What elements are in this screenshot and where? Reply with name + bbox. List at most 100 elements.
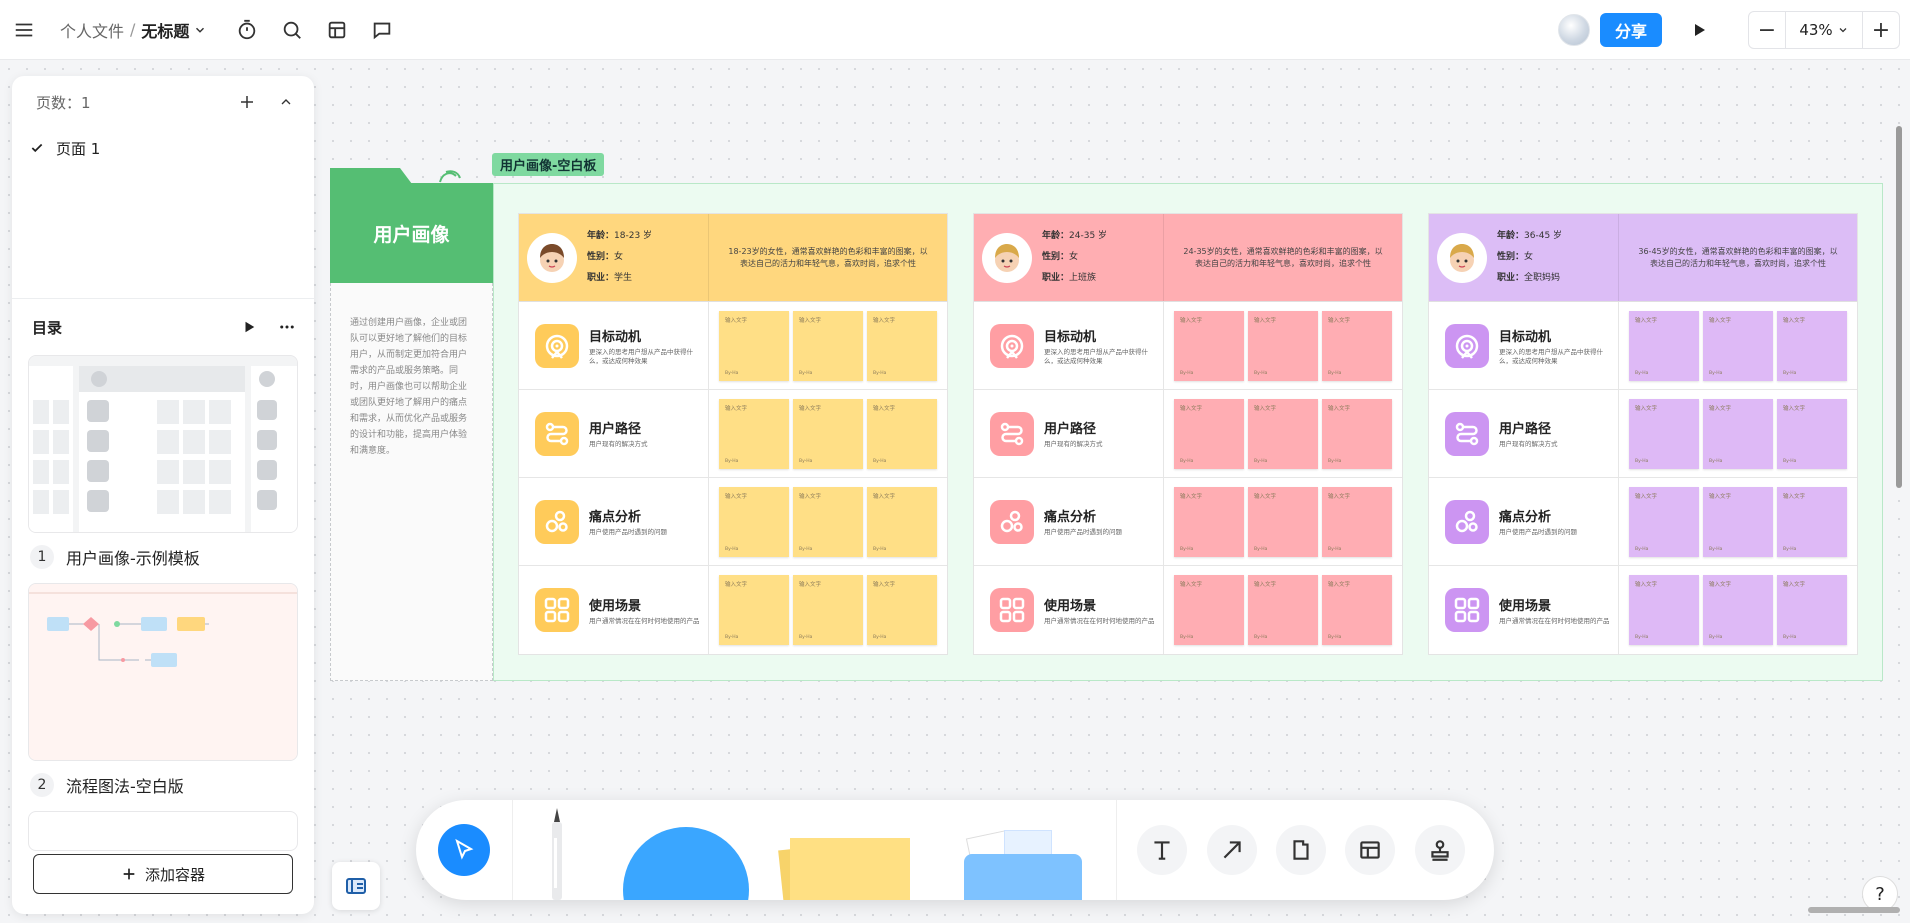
menu-icon[interactable] xyxy=(6,12,42,48)
persona-description[interactable]: 36-45岁的女性，通常喜欢鲜艳的色彩和丰富的图案，以表达自己的活力和年轻气息，… xyxy=(1619,214,1857,301)
timer-icon[interactable] xyxy=(229,12,265,48)
present-play-icon[interactable] xyxy=(1682,13,1716,47)
template-thumbnail-3[interactable] xyxy=(28,811,298,851)
add-container-button[interactable]: 添加容器 xyxy=(33,854,293,894)
sticky-note[interactable]: 输入文字 By-Ha xyxy=(1703,575,1773,645)
sticky-note[interactable]: 输入文字 By-Ha xyxy=(1629,486,1699,557)
sticky-note-footer: By-Ha xyxy=(1635,635,1649,640)
persona-card[interactable]: 年龄：24-35 岁性别：女 职业：上班族 24-35岁的女性，通常喜欢鲜艳的色彩和… xyxy=(973,213,1403,655)
text-tool-icon[interactable] xyxy=(1137,825,1187,875)
persona-card[interactable]: 年龄：36-45 岁性别：女 职业：全职妈妈 36-45岁的女性，通常喜欢鲜艳的色彩… xyxy=(1428,213,1858,655)
sticky-note[interactable]: 输入文字 By-Ha xyxy=(1629,398,1699,469)
target-icon xyxy=(1445,323,1489,368)
play-icon[interactable] xyxy=(242,320,256,334)
sticky-note[interactable]: 输入文字 By-Ha xyxy=(1703,310,1773,381)
persona-description[interactable]: 18-23岁的女性，通常喜欢鲜艳的色彩和丰富的图案，以表达自己的活力和年轻气息，… xyxy=(709,214,947,301)
sticky-note[interactable]: 输入文字 By-Ha xyxy=(1703,486,1773,557)
more-icon[interactable] xyxy=(278,318,296,336)
persona-row: 使用场景 用户通常情况在在何时何地使用的产品 输入文字 By-Ha 输入文字 By-Ha 输… xyxy=(974,566,1402,654)
persona-description[interactable]: 24-35岁的女性，通常喜欢鲜艳的色彩和丰富的图案，以表达自己的活力和年轻气息，… xyxy=(1164,214,1402,301)
zoom-out-button[interactable]: − xyxy=(1749,12,1785,48)
sticky-note-footer: By-Ha xyxy=(1180,546,1194,552)
share-button[interactable]: 分享 xyxy=(1600,13,1662,47)
sticky-note[interactable]: 输入文字 By-Ha xyxy=(719,486,789,557)
sticky-note[interactable]: 输入文字 By-Ha xyxy=(1174,575,1244,645)
toolbar-separator xyxy=(1116,800,1117,900)
sticky-note[interactable]: 输入文字 By-Ha xyxy=(1777,398,1847,469)
select-tool-icon[interactable] xyxy=(438,824,490,876)
add-page-icon[interactable] xyxy=(238,93,256,111)
sticky-note[interactable]: 输入文字 By-Ha xyxy=(867,575,937,645)
panel-toggle-icon[interactable] xyxy=(332,862,380,910)
sticky-note[interactable]: 输入文字 By-Ha xyxy=(1777,310,1847,381)
grid-icon xyxy=(1445,588,1489,632)
sticky-note[interactable]: 输入文字 By-Ha xyxy=(1629,575,1699,645)
shape-tool-icon[interactable] xyxy=(623,827,749,900)
sticky-note[interactable]: 输入文字 By-Ha xyxy=(719,398,789,469)
arrow-tool-icon[interactable] xyxy=(1207,825,1257,875)
sticky-note-tool-icon[interactable] xyxy=(778,830,910,900)
sticky-note[interactable]: 输入文字 By-Ha xyxy=(1629,310,1699,381)
sticky-note[interactable]: 输入文字 By-Ha xyxy=(1248,398,1318,469)
sticky-note[interactable]: 输入文字 By-Ha xyxy=(1322,398,1392,469)
sticky-note[interactable]: 输入文字 By-Ha xyxy=(867,310,937,381)
crumb-folder[interactable]: 个人文件 xyxy=(60,18,124,42)
sticky-note[interactable]: 输入文字 By-Ha xyxy=(719,575,789,645)
sticky-note[interactable]: 输入文字 By-Ha xyxy=(1248,575,1318,645)
persona-card[interactable]: 年龄：18-23 岁性别：女 职业：学生 18-23岁的女性，通常喜欢鲜艳的色彩和丰… xyxy=(518,213,948,655)
zoom-in-button[interactable]: + xyxy=(1863,12,1899,48)
template-label: 用户画像-示例模板 xyxy=(66,549,200,568)
sticky-note[interactable]: 输入文字 By-Ha xyxy=(1174,486,1244,557)
template-number: 2 xyxy=(30,773,54,797)
sticky-note[interactable]: 输入文字 By-Ha xyxy=(1322,575,1392,645)
comment-icon[interactable] xyxy=(364,12,400,48)
sticky-note[interactable]: 输入文字 By-Ha xyxy=(1322,310,1392,381)
template-thumbnail-persona[interactable] xyxy=(28,355,298,533)
zoom-value: 43% xyxy=(1799,21,1833,39)
template-item-2[interactable]: 2 流程图法-空白版 xyxy=(12,761,314,811)
template-icon[interactable] xyxy=(319,12,355,48)
sticky-note[interactable]: 输入文字 By-Ha xyxy=(793,575,863,645)
frame-label[interactable]: 用户画像-空白板 xyxy=(492,153,605,176)
sticky-notes: 输入文字 By-Ha 输入文字 By-Ha 输入文字 By-Ha xyxy=(1619,566,1857,654)
sticky-note-text: 输入文字 xyxy=(799,493,822,500)
sticky-note-text: 输入文字 xyxy=(1180,582,1203,588)
sticky-note[interactable]: 输入文字 By-Ha xyxy=(867,486,937,557)
table-tool-icon[interactable] xyxy=(1345,825,1395,875)
collapse-icon[interactable] xyxy=(278,94,294,110)
sticky-note[interactable]: 输入文字 By-Ha xyxy=(1248,310,1318,381)
vertical-scrollbar[interactable] xyxy=(1896,126,1902,488)
sticky-note[interactable]: 输入文字 By-Ha xyxy=(867,398,937,469)
search-icon[interactable] xyxy=(274,12,310,48)
sticky-note-text: 输入文字 xyxy=(1328,317,1351,324)
persona-row: 痛点分析 用户使用产品时遇到的问题 输入文字 By-Ha 输入文字 By-Ha 输入文字 By… xyxy=(974,478,1402,566)
sticky-note[interactable]: 输入文字 By-Ha xyxy=(1174,398,1244,469)
frame-tool-icon[interactable] xyxy=(1276,825,1326,875)
stamp-tool-icon[interactable] xyxy=(1415,825,1465,875)
row-subtitle: 用户通常情况在在何时何地使用的产品 xyxy=(1499,616,1610,625)
avatar[interactable] xyxy=(1558,14,1590,46)
sticky-note[interactable]: 输入文字 By-Ha xyxy=(1248,486,1318,557)
sticky-note[interactable]: 输入文字 By-Ha xyxy=(1174,310,1244,381)
horizontal-scrollbar[interactable] xyxy=(1808,907,1900,913)
page-item[interactable]: 页面 1 xyxy=(12,128,314,168)
row-label: 痛点分析 用户使用产品时遇到的问题 xyxy=(974,478,1164,565)
sticky-note[interactable]: 输入文字 By-Ha xyxy=(793,486,863,557)
media-tool-icon[interactable] xyxy=(964,826,1082,900)
sticky-note[interactable]: 输入文字 By-Ha xyxy=(1777,575,1847,645)
sticky-note[interactable]: 输入文字 By-Ha xyxy=(1322,486,1392,557)
zoom-level[interactable]: 43% xyxy=(1785,12,1863,48)
chevron-down-icon[interactable] xyxy=(193,23,207,37)
sticky-note[interactable]: 输入文字 By-Ha xyxy=(1703,398,1773,469)
sticky-note-footer: By-Ha xyxy=(1635,546,1649,552)
template-thumbnail-flowchart[interactable] xyxy=(28,583,298,761)
sticky-note[interactable]: 输入文字 By-Ha xyxy=(719,310,789,381)
sticky-note[interactable]: 输入文字 By-Ha xyxy=(793,398,863,469)
template-item-1[interactable]: 1 用户画像-示例模板 xyxy=(12,533,314,583)
document-title[interactable]: 无标题 xyxy=(141,18,189,42)
pen-tool-icon[interactable] xyxy=(544,808,570,900)
sticky-note-text: 输入文字 xyxy=(1709,582,1732,588)
sticky-note[interactable]: 输入文字 By-Ha xyxy=(1777,486,1847,557)
sticky-note[interactable]: 输入文字 By-Ha xyxy=(793,310,863,381)
persona-age-line: 年龄：36-45 岁 xyxy=(1497,231,1563,241)
